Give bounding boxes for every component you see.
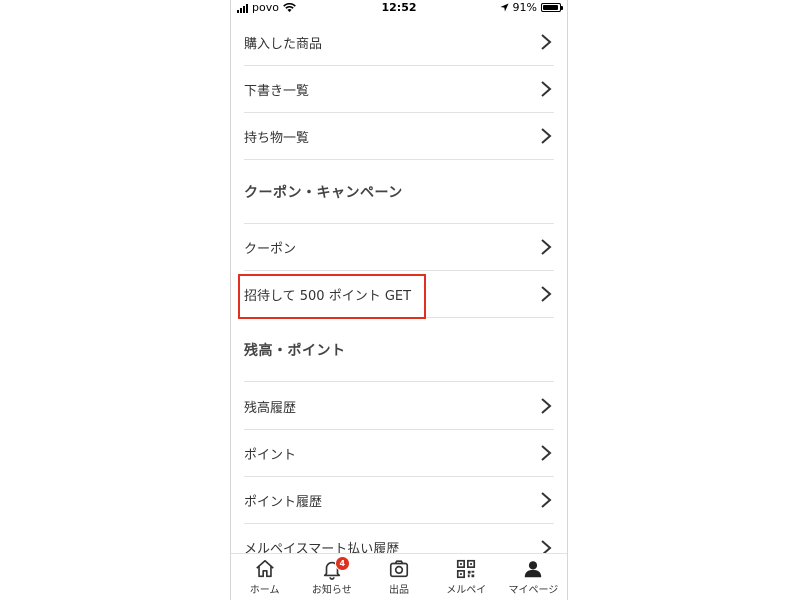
section-heading-label: 残高・ポイント bbox=[244, 342, 346, 359]
menu-item-label: ポイント履歴 bbox=[244, 494, 323, 510]
tab-sell[interactable]: 出品 bbox=[365, 554, 432, 600]
battery-level-fill bbox=[543, 5, 558, 10]
battery-icon bbox=[541, 3, 563, 12]
tab-label: マイページ bbox=[508, 585, 559, 596]
menu-item-purchased-items[interactable]: 購入した商品 bbox=[244, 19, 554, 66]
menu-item-label: 下書き一覧 bbox=[244, 83, 310, 99]
menu-item-label: ポイント bbox=[244, 447, 297, 463]
status-bar: povo 12:52 91% bbox=[231, 0, 567, 16]
location-arrow-icon bbox=[499, 3, 509, 12]
menu-item-label: 購入した商品 bbox=[244, 36, 323, 52]
camera-icon bbox=[389, 560, 409, 578]
menu-item-belongings[interactable]: 持ち物一覧 bbox=[244, 113, 554, 160]
qr-code-icon bbox=[457, 559, 476, 579]
section-heading-balance: 残高・ポイント bbox=[244, 318, 554, 382]
chevron-right-icon bbox=[541, 445, 552, 461]
highlight-annotation-box bbox=[238, 274, 426, 319]
tab-label: お知らせ bbox=[311, 585, 352, 596]
menu-item-points[interactable]: ポイント bbox=[244, 430, 554, 477]
tab-label: メルペイ bbox=[446, 585, 487, 596]
tab-merpay[interactable]: メルペイ bbox=[433, 554, 500, 600]
section-heading-label: クーポン・キャンペーン bbox=[244, 184, 403, 201]
person-icon bbox=[525, 561, 542, 578]
notification-badge: 4 bbox=[334, 556, 350, 571]
battery-percentage: 91% bbox=[512, 1, 537, 14]
tab-home[interactable]: ホーム bbox=[231, 554, 298, 600]
menu-item-points-history[interactable]: ポイント履歴 bbox=[244, 477, 554, 524]
chevron-right-icon bbox=[541, 34, 552, 50]
menu-item-coupon[interactable]: クーポン bbox=[244, 224, 554, 271]
chevron-right-icon bbox=[541, 81, 552, 97]
status-right: 91% bbox=[499, 1, 563, 14]
home-icon bbox=[255, 559, 274, 578]
chevron-right-icon bbox=[541, 398, 552, 414]
tab-label: 出品 bbox=[389, 585, 409, 596]
menu-item-drafts[interactable]: 下書き一覧 bbox=[244, 66, 554, 113]
menu-item-label: 残高履歴 bbox=[244, 400, 297, 416]
menu-item-label: クーポン bbox=[244, 241, 297, 257]
bottom-tab-bar: ホーム 4 お知らせ 出品 メルペイ マイページ bbox=[231, 553, 567, 600]
chevron-right-icon bbox=[541, 239, 552, 255]
tab-label: ホーム bbox=[249, 585, 280, 596]
chevron-right-icon bbox=[541, 286, 552, 302]
menu-item-label: 持ち物一覧 bbox=[244, 130, 310, 146]
tab-notifications[interactable]: 4 お知らせ bbox=[298, 554, 365, 600]
chevron-right-icon bbox=[541, 128, 552, 144]
menu-item-balance-history[interactable]: 残高履歴 bbox=[244, 383, 554, 430]
section-heading-coupon: クーポン・キャンペーン bbox=[244, 160, 554, 224]
chevron-right-icon bbox=[541, 492, 552, 508]
tab-my-page[interactable]: マイページ bbox=[500, 554, 567, 600]
